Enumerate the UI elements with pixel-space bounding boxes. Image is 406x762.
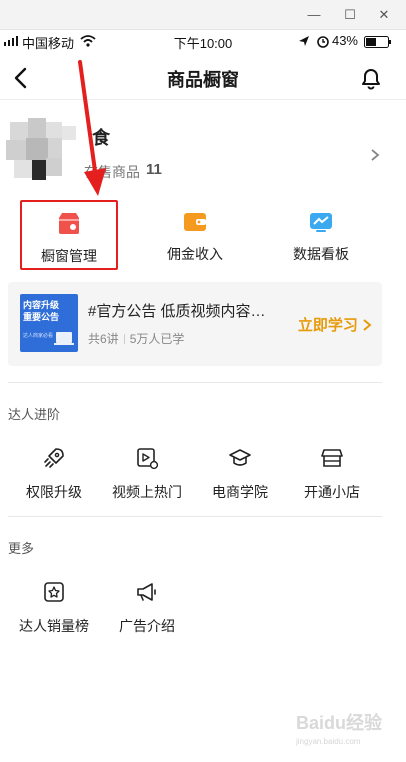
watermark-brand: Baidu经验 <box>295 713 382 733</box>
section-title-advance: 达人进阶 <box>8 407 61 422</box>
shop-icon <box>59 213 79 234</box>
grid-item-sales-ranking[interactable]: 达人销量榜 <box>6 580 102 640</box>
store-icon <box>321 449 343 467</box>
grid-item-label: 广告介绍 <box>119 618 175 634</box>
nav-bar: 商品橱窗 <box>0 56 406 100</box>
chevron-right-icon <box>363 319 372 331</box>
meta-separator <box>123 334 125 344</box>
lesson-count: 共6讲 <box>88 332 119 346</box>
quick-action-data-board[interactable]: 数据看板 <box>272 200 370 270</box>
grid-item-ad-intro[interactable]: 广告介绍 <box>99 580 195 640</box>
laptop-icon <box>54 332 74 345</box>
grid-item-label: 达人销量榜 <box>19 618 89 634</box>
grid-item-label: 权限升级 <box>26 484 82 500</box>
thumb-subtitle: 达人商家必看 <box>23 333 54 339</box>
thumb-title-1: 内容升级 <box>23 300 60 310</box>
learn-now-label: 立即学习 <box>297 317 358 334</box>
battery-percent: 43% <box>331 33 358 48</box>
quick-action-showcase-manage[interactable]: 橱窗管理 <box>20 200 118 270</box>
chevron-right-icon <box>371 149 380 161</box>
section-divider <box>8 382 382 383</box>
announcement-meta: 共6讲 5万人已学 <box>88 330 184 347</box>
chart-board-icon <box>310 213 332 232</box>
announcement-thumbnail: 内容升级 重要公告 达人商家必看 <box>20 294 78 352</box>
grid-item-label: 电商学院 <box>212 484 268 500</box>
grid-item-video-hot[interactable]: 视频上热门 <box>99 446 195 506</box>
grid-item-open-store[interactable]: 开通小店 <box>284 446 380 506</box>
announcement-title: #官方公告 低质视频内容… <box>88 303 266 320</box>
grid-item-permission-upgrade[interactable]: 权限升级 <box>6 446 102 506</box>
quick-action-label: 橱窗管理 <box>41 248 97 264</box>
grid-item-ecommerce-academy[interactable]: 电商学院 <box>192 446 288 506</box>
grid-item-label: 开通小店 <box>304 484 360 500</box>
grid-item-label: 视频上热门 <box>112 484 182 500</box>
section-divider <box>8 516 382 517</box>
quick-action-label: 佣金收入 <box>167 246 223 262</box>
rank-badge-icon <box>44 582 64 602</box>
maximize-button[interactable]: ☐ <box>342 7 358 23</box>
minimize-button[interactable]: — <box>306 7 322 23</box>
location-icon <box>299 36 309 46</box>
video-hot-icon <box>137 448 159 470</box>
announcement-card[interactable]: 内容升级 重要公告 达人商家必看 #官方公告 低质视频内容… 共6讲 5万人已学 … <box>8 282 382 366</box>
watermark-url: jingyan.baidu.com <box>295 737 361 746</box>
thumb-title-2: 重要公告 <box>23 312 60 322</box>
quick-action-commission[interactable]: 佣金收入 <box>146 200 244 270</box>
learner-count: 5万人已学 <box>129 332 185 346</box>
quick-action-label: 数据看板 <box>293 246 349 262</box>
section-title-more: 更多 <box>8 541 35 556</box>
watermark: Baidu经验 jingyan.baidu.com <box>296 709 382 746</box>
profile-card[interactable]: 食 在售商品 11 <box>0 108 406 188</box>
page-title: 商品橱窗 <box>167 70 239 90</box>
battery-icon <box>364 36 391 48</box>
close-button[interactable]: ✕ <box>376 7 392 23</box>
on-sale-count: 11 <box>146 161 162 178</box>
bell-icon[interactable] <box>358 65 384 91</box>
learn-now-button[interactable]: 立即学习 <box>298 314 372 335</box>
graduation-cap-icon <box>229 449 251 466</box>
rocket-icon <box>44 448 64 468</box>
megaphone-icon <box>137 583 156 601</box>
wallet-icon <box>184 213 206 231</box>
status-bar: 中国移动 下午10:00 43% <box>0 30 406 52</box>
alarm-icon <box>317 36 329 48</box>
annotation-arrow-icon <box>78 60 106 196</box>
window-titlebar: — ☐ ✕ <box>0 0 406 30</box>
